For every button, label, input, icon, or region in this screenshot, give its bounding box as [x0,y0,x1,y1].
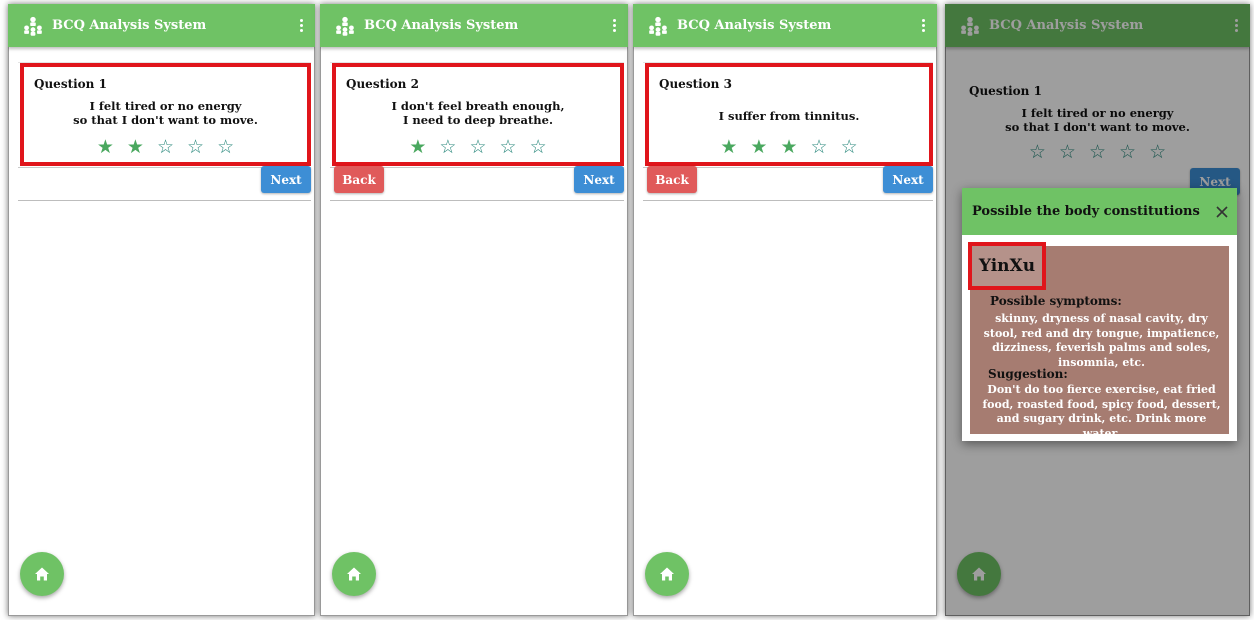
hierarchy-people-icon [24,16,42,36]
star-empty-icon[interactable]: ☆ [439,137,456,157]
question-line: I don't feel breath enough, [391,99,565,113]
next-button[interactable]: Next [261,166,311,193]
next-button[interactable]: Next [574,166,624,193]
question-highlight-box: Question 1 I felt tired or no energy so … [20,63,311,166]
question-text: I suffer from tinnitus. [649,109,929,123]
screen-question-2: BCQ Analysis System Question 2 I don't f… [320,4,628,616]
star-rating[interactable]: ★ ☆ ☆ ☆ ☆ [336,137,620,157]
app-title: BCQ Analysis System [677,18,832,33]
star-empty-icon[interactable]: ☆ [469,137,486,157]
screen-result: BCQ Analysis System Question 1 I felt ti… [945,4,1250,616]
divider [643,200,933,201]
divider [330,200,624,201]
star-empty-icon[interactable]: ☆ [217,137,234,157]
back-button[interactable]: Back [334,166,384,193]
star-filled-icon[interactable]: ★ [750,137,767,157]
question-line: so that I don't want to move. [73,113,258,127]
close-icon[interactable] [1215,205,1229,219]
dialog-title: Possible the body constitutions [972,204,1200,219]
star-empty-icon[interactable]: ☆ [841,137,858,157]
star-empty-icon[interactable]: ☆ [500,137,517,157]
home-icon [35,567,49,581]
next-button[interactable]: Next [883,166,933,193]
star-empty-icon[interactable]: ☆ [157,137,174,157]
star-filled-icon[interactable]: ★ [409,137,426,157]
question-line: I felt tired or no energy [89,99,242,113]
question-card: Question 2 I don't feel breath enough, I… [330,62,624,168]
screen-question-1: BCQ Analysis System Question 1 I felt ti… [8,4,315,616]
app-bar: BCQ Analysis System [633,4,937,47]
symptoms-text: skinny, dryness of nasal cavity, dry sto… [983,312,1220,369]
suggestion-label: Suggestion: [988,367,1068,381]
kebab-menu-icon[interactable] [291,4,311,47]
back-button[interactable]: Back [647,166,697,193]
result-card: YinXu Possible symptoms: skinny, dryness… [968,242,1229,440]
question-card: Question 1 I felt tired or no energy so … [18,62,311,168]
constitution-name: YinXu [968,242,1046,290]
app-title: BCQ Analysis System [364,18,519,33]
star-filled-icon[interactable]: ★ [780,137,797,157]
star-filled-icon[interactable]: ★ [127,137,144,157]
question-label: Question 3 [659,77,732,91]
star-rating[interactable]: ★ ★ ☆ ☆ ☆ [24,137,307,157]
app-bar: BCQ Analysis System [320,4,628,47]
star-rating[interactable]: ★ ★ ★ ☆ ☆ [649,137,929,157]
question-line: I need to deep breathe. [403,113,553,127]
suggestion-text: Don't do too fierce exercise, eat fried … [982,383,1221,440]
kebab-menu-icon[interactable] [604,4,624,47]
question-card: Question 3 I suffer from tinnitus. ★ ★ ★ ☆ ☆ [643,62,933,168]
question-text: I don't feel breath enough, I need to de… [336,99,620,127]
question-line: I suffer from tinnitus. [718,109,860,123]
star-empty-icon[interactable]: ☆ [530,137,547,157]
home-button[interactable] [20,552,64,596]
hierarchy-people-icon [649,16,667,36]
home-icon [347,567,361,581]
home-button[interactable] [645,552,689,596]
divider [18,200,311,201]
app-title: BCQ Analysis System [52,18,207,33]
question-label: Question 2 [346,77,419,91]
star-filled-icon[interactable]: ★ [720,137,737,157]
dialog-header: Possible the body constitutions [962,188,1237,235]
star-filled-icon[interactable]: ★ [97,137,114,157]
kebab-menu-icon[interactable] [913,4,933,47]
hierarchy-people-icon [336,16,354,36]
constitution-dialog: Possible the body constitutions YinXu Po… [962,188,1237,441]
question-label: Question 1 [34,77,107,91]
symptoms-label: Possible symptoms: [990,294,1122,308]
home-button[interactable] [332,552,376,596]
question-highlight-box: Question 3 I suffer from tinnitus. ★ ★ ★ ☆ ☆ [645,63,933,166]
star-empty-icon[interactable]: ☆ [187,137,204,157]
app-bar: BCQ Analysis System [8,4,315,47]
screen-question-3: BCQ Analysis System Question 3 I suffer … [633,4,937,616]
star-empty-icon[interactable]: ☆ [811,137,828,157]
question-highlight-box: Question 2 I don't feel breath enough, I… [332,63,624,166]
home-icon [660,567,674,581]
question-text: I felt tired or no energy so that I don'… [24,99,307,127]
